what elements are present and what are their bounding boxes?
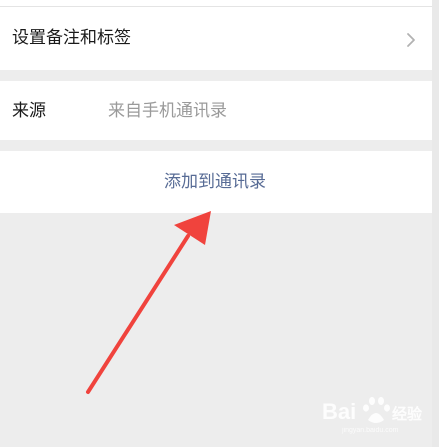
svg-text:经验: 经验 — [392, 405, 423, 423]
baidu-jingyan-watermark: Bai 经验 jingyan.baidu.com — [322, 397, 423, 434]
source-value: 来自手机通讯录 — [108, 101, 227, 121]
set-remark-and-tags-label: 设置备注和标签 — [12, 28, 131, 48]
set-remark-and-tags-row[interactable]: 设置备注和标签 — [0, 7, 432, 70]
add-to-contacts-button[interactable]: 添加到通讯录 — [0, 151, 432, 213]
chevron-right-icon — [407, 33, 415, 47]
add-to-contacts-label: 添加到通讯录 — [164, 172, 266, 192]
add-contact-row: 添加到通讯录 — [0, 151, 432, 213]
source-label: 来源 — [12, 101, 46, 121]
svg-text:jingyan.baidu.com: jingyan.baidu.com — [341, 427, 399, 434]
contact-detail-page: 设置备注和标签 来源 来自手机通讯录 添加到通讯录 Bai 经验 jingyan… — [0, 0, 439, 447]
right-edge-strip — [432, 0, 439, 447]
source-row: 来源 来自手机通讯录 — [0, 81, 432, 140]
svg-text:Bai: Bai — [322, 399, 356, 424]
